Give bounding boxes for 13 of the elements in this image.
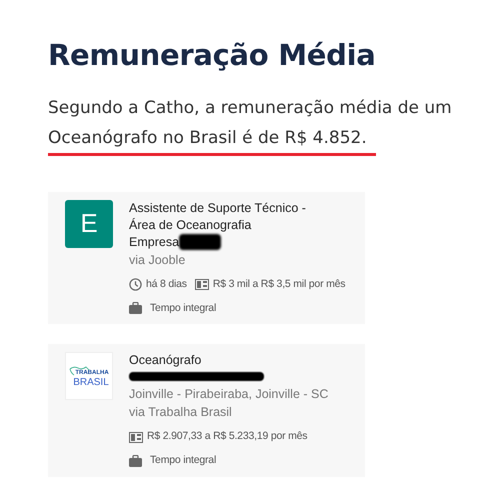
job-schedule: Tempo integral xyxy=(150,300,216,316)
job-source: via Jooble xyxy=(129,252,186,269)
posted-date: há 8 dias xyxy=(146,276,187,292)
salary-range: R$ 3 mil a R$ 3,5 mil por mês xyxy=(212,276,346,292)
page-heading: Remuneração Média xyxy=(48,38,377,73)
job-schedule: Tempo integral xyxy=(150,453,216,468)
job-source: via Trabalha Brasil xyxy=(129,404,233,422)
company-logo: E xyxy=(65,200,113,248)
salary-range: R$ 2.907,33 a R$ 5.233,19 por mês xyxy=(147,429,308,444)
intro-paragraph: Segundo a Catho, a remuneração média de um Oceanógrafo no Brasil é de R$ 4.852. xyxy=(48,96,453,150)
job-title: Assistente de Suporte Técnico - Área de Oceanografia xyxy=(129,200,307,234)
job-title: Oceanógrafo xyxy=(129,352,202,370)
job-location: Joinville - Pirabeiraba, Joinville - SC xyxy=(129,386,330,404)
